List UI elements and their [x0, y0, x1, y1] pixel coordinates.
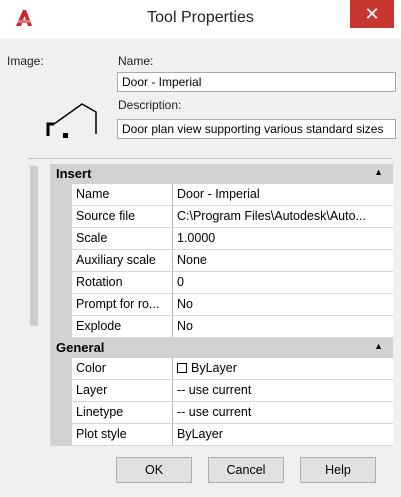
close-button[interactable]: ✕ — [350, 0, 394, 28]
property-row[interactable]: Scale 1.0000 — [50, 228, 393, 250]
property-row[interactable]: Linetype -- use current — [50, 402, 393, 424]
category-general[interactable]: General ▲ — [50, 338, 393, 358]
property-name: Rotation — [72, 272, 173, 294]
property-value[interactable]: 0 — [173, 272, 393, 294]
property-name: Name — [72, 184, 173, 206]
property-row[interactable]: Name Door - Imperial — [50, 184, 393, 206]
name-label: Name: — [118, 54, 154, 68]
property-row[interactable]: Color ByLayer — [50, 358, 393, 380]
property-row[interactable]: Rotation 0 — [50, 272, 393, 294]
title-bar: Tool Properties ✕ — [0, 0, 401, 38]
property-row[interactable]: Layer -- use current — [50, 380, 393, 402]
property-name: Color — [72, 358, 173, 380]
category-label: General — [56, 340, 105, 355]
ok-button[interactable]: OK — [116, 457, 192, 483]
property-name: Scale — [72, 228, 173, 250]
property-value[interactable]: ByLayer — [173, 358, 393, 380]
property-name: Layer — [72, 380, 173, 402]
vertical-scrollbar[interactable] — [28, 164, 40, 444]
property-value[interactable]: No — [173, 316, 393, 338]
property-name: Explode — [72, 316, 173, 338]
property-row[interactable]: Auxiliary scale None — [50, 250, 393, 272]
row-indent — [50, 184, 72, 206]
door-plan-icon — [46, 103, 97, 138]
property-name: Auxiliary scale — [72, 250, 173, 272]
help-button[interactable]: Help — [300, 457, 376, 483]
property-value-text: ByLayer — [191, 361, 237, 375]
row-indent — [50, 402, 72, 424]
color-swatch-icon — [177, 363, 187, 373]
property-value[interactable]: -- use current — [173, 380, 393, 402]
collapse-arrow-icon[interactable]: ▲ — [374, 341, 383, 351]
property-value[interactable]: No — [173, 294, 393, 316]
property-grid-area: Insert ▲ Name Door - Imperial Source file C… — [28, 158, 393, 446]
close-icon: ✕ — [364, 3, 380, 24]
property-row[interactable]: Plot style ByLayer — [50, 424, 393, 446]
category-label: Insert — [56, 166, 92, 181]
row-indent — [50, 206, 72, 228]
row-indent — [50, 380, 72, 402]
property-row[interactable]: Explode No — [50, 316, 393, 338]
property-value[interactable]: ByLayer — [173, 424, 393, 446]
row-indent — [50, 424, 72, 446]
property-value[interactable]: Door - Imperial — [173, 184, 393, 206]
row-indent — [50, 272, 72, 294]
name-field[interactable]: Door - Imperial — [117, 72, 396, 92]
property-value[interactable]: None — [173, 250, 393, 272]
property-name: Plot style — [72, 424, 173, 446]
cancel-button[interactable]: Cancel — [208, 457, 284, 483]
row-indent — [50, 250, 72, 272]
category-insert[interactable]: Insert ▲ — [50, 164, 393, 184]
property-name: Source file — [72, 206, 173, 228]
row-indent — [50, 228, 72, 250]
property-value[interactable]: C:\Program Files\Autodesk\Auto... — [173, 206, 393, 228]
property-value[interactable]: 1.0000 — [173, 228, 393, 250]
scrollbar-thumb[interactable] — [30, 166, 38, 326]
row-indent — [50, 316, 72, 338]
property-name: Linetype — [72, 402, 173, 424]
window-title: Tool Properties — [147, 9, 254, 26]
row-indent — [50, 294, 72, 316]
property-name: Prompt for ro... — [72, 294, 173, 316]
property-row[interactable]: Source file C:\Program Files\Autodesk\Aut… — [50, 206, 393, 228]
collapse-arrow-icon[interactable]: ▲ — [374, 167, 383, 177]
image-label: Image: — [7, 54, 44, 68]
row-indent — [50, 358, 72, 380]
property-value[interactable]: -- use current — [173, 402, 393, 424]
property-grid: Insert ▲ Name Door - Imperial Source file C… — [50, 164, 393, 446]
description-label: Description: — [118, 98, 182, 112]
description-field[interactable]: Door plan view supporting various standa… — [117, 119, 396, 139]
property-row[interactable]: Prompt for ro... No — [50, 294, 393, 316]
